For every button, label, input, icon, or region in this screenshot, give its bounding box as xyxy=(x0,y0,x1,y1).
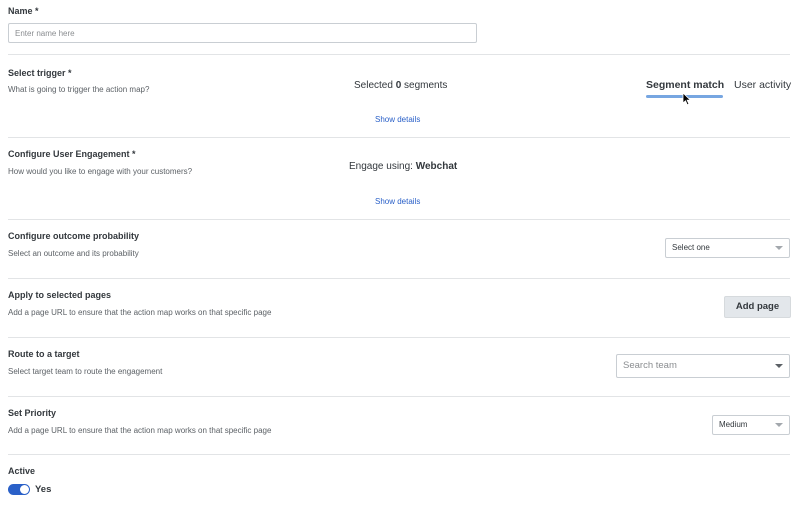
engage-prefix: Engage using: xyxy=(349,161,416,172)
tab-segment-match[interactable]: Segment match xyxy=(646,79,724,91)
chevron-down-icon xyxy=(775,246,783,250)
engagement-show-details-link[interactable]: Show details xyxy=(375,197,420,206)
trigger-label: Select trigger * xyxy=(8,68,72,78)
active-toggle-label: Yes xyxy=(35,484,52,495)
route-label: Route to a target xyxy=(8,349,80,359)
pages-section: Apply to selected pages Add a page URL t… xyxy=(8,279,792,337)
outcome-select-value: Select one xyxy=(672,243,710,252)
chevron-down-icon xyxy=(775,423,783,427)
engagement-description: How would you like to engage with your c… xyxy=(8,167,193,176)
engagement-label: Configure User Engagement * xyxy=(8,149,136,159)
engage-value: Webchat xyxy=(415,161,458,172)
selected-suffix: segments xyxy=(401,80,448,91)
add-page-button[interactable]: Add page xyxy=(724,296,791,318)
pages-label: Apply to selected pages xyxy=(8,290,112,300)
outcome-description: Select an outcome and its probability xyxy=(8,249,139,258)
pages-description: Add a page URL to ensure that the action… xyxy=(8,308,272,317)
name-label: Name * xyxy=(8,6,39,16)
active-label: Active xyxy=(8,466,36,476)
selected-segments-text: Selected 0 segments xyxy=(354,80,447,91)
active-section: Active Yes xyxy=(8,455,792,515)
search-team-select[interactable]: Search team xyxy=(616,354,790,378)
tab-user-activity[interactable]: User activity xyxy=(734,79,791,91)
outcome-section: Configure outcome probability Select an … xyxy=(8,220,792,278)
priority-section: Set Priority Add a page URL to ensure th… xyxy=(8,397,792,455)
trigger-section: Select trigger * What is going to trigge… xyxy=(8,55,792,137)
route-description: Select target team to route the engageme… xyxy=(8,367,163,376)
active-toggle[interactable] xyxy=(8,484,30,495)
mouse-pointer-icon xyxy=(682,92,692,106)
priority-select-value: Medium xyxy=(719,420,748,429)
outcome-label: Configure outcome probability xyxy=(8,231,140,241)
outcome-select[interactable]: Select one xyxy=(665,238,790,258)
trigger-show-details-link[interactable]: Show details xyxy=(375,115,420,124)
engagement-section: Configure User Engagement * How would yo… xyxy=(8,138,792,218)
priority-select[interactable]: Medium xyxy=(712,415,790,435)
selected-prefix: Selected xyxy=(354,80,396,91)
priority-description: Add a page URL to ensure that the action… xyxy=(8,426,272,435)
name-section: Name * xyxy=(8,0,792,52)
route-section: Route to a target Select target team to … xyxy=(8,338,792,396)
chevron-down-icon xyxy=(775,364,783,368)
priority-label: Set Priority xyxy=(8,408,57,418)
search-team-placeholder: Search team xyxy=(623,360,677,371)
name-input[interactable] xyxy=(8,23,477,43)
toggle-knob xyxy=(20,485,29,494)
trigger-description: What is going to trigger the action map? xyxy=(8,85,150,94)
engage-using-text: Engage using: Webchat xyxy=(349,161,457,172)
